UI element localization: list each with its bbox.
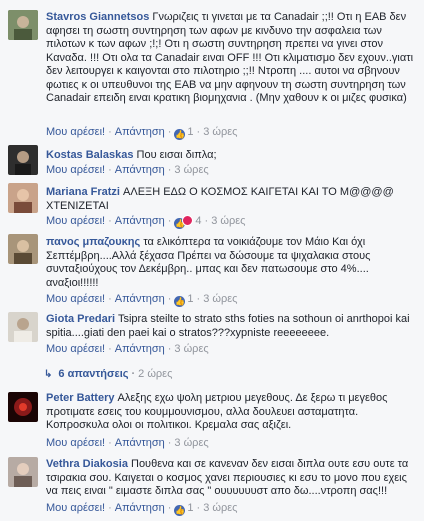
thumbs-up-icon[interactable]: 👍 — [174, 296, 186, 307]
like-button[interactable]: Μου αρέσει! — [46, 126, 105, 138]
comment-author[interactable]: πανος μπαζουκης — [46, 236, 140, 248]
comment-thread: Stavros Giannetsos Γνωριζεις τι γινεται … — [0, 0, 424, 521]
comment-author[interactable]: Kostas Balaskas — [46, 149, 133, 161]
reaction-count[interactable]: 1 — [185, 126, 193, 138]
timestamp[interactable]: 3 ώρες — [174, 437, 208, 449]
avatar[interactable] — [8, 392, 38, 422]
thumbs-up-icon[interactable]: 👍 — [174, 505, 186, 516]
avatar[interactable] — [8, 234, 38, 264]
like-button[interactable]: Μου αρέσει! — [46, 293, 105, 305]
like-button[interactable]: Μου αρέσει! — [46, 343, 105, 355]
like-button[interactable]: Μου αρέσει! — [46, 164, 105, 176]
view-replies-link[interactable]: ↳ 6 απαντήσεις · 2 ώρες — [44, 367, 172, 381]
avatar[interactable] — [8, 312, 38, 342]
reply-arrow-icon: ↳ — [44, 369, 53, 380]
comment-author[interactable]: Stavros Giannetsos — [46, 11, 149, 23]
timestamp[interactable]: 3 ώρες — [203, 293, 237, 305]
reply-button[interactable]: Απάντηση — [115, 215, 165, 227]
replies-count[interactable]: 6 απαντήσεις — [58, 368, 128, 380]
comment-text: Που εισαι διπλα; — [136, 149, 217, 161]
reaction-count[interactable]: 1 — [185, 502, 193, 514]
reply-button[interactable]: Απάντηση — [115, 293, 165, 305]
thumbs-up-icon[interactable]: 👍 — [174, 129, 186, 140]
timestamp[interactable]: 3 ώρες — [174, 343, 208, 355]
reply-button[interactable]: Απάντηση — [115, 343, 165, 355]
reaction-count[interactable]: 1 — [185, 293, 193, 305]
comment-text: Γνωριζεις τι γινεται με τα Canadair ;;!!… — [46, 11, 414, 104]
avatar[interactable] — [8, 457, 38, 487]
timestamp[interactable]: 2 ώρες — [138, 368, 172, 380]
reply-button[interactable]: Απάντηση — [115, 126, 165, 138]
timestamp[interactable]: 3 ώρες — [203, 502, 237, 514]
comment-author[interactable]: Peter Battery — [46, 392, 114, 404]
reply-button[interactable]: Απάντηση — [115, 437, 165, 449]
like-button[interactable]: Μου αρέσει! — [46, 437, 105, 449]
reaction-count[interactable]: 4 — [193, 215, 201, 227]
reply-button[interactable]: Απάντηση — [115, 502, 165, 514]
like-button[interactable]: Μου αρέσει! — [46, 502, 105, 514]
comment-author[interactable]: Giota Predari — [46, 313, 115, 325]
avatar[interactable] — [8, 145, 38, 175]
heart-icon[interactable] — [182, 215, 194, 226]
timestamp[interactable]: 3 ώρες — [211, 215, 245, 227]
like-button[interactable]: Μου αρέσει! — [46, 215, 105, 227]
avatar[interactable] — [8, 183, 38, 213]
timestamp[interactable]: 3 ώρες — [174, 164, 208, 176]
avatar[interactable] — [8, 10, 38, 40]
comment-author[interactable]: Mariana Fratzi — [46, 186, 120, 198]
timestamp[interactable]: 3 ώρες — [203, 126, 237, 138]
comment-author[interactable]: Vethra Diakosia — [46, 458, 128, 470]
reply-button[interactable]: Απάντηση — [115, 164, 165, 176]
